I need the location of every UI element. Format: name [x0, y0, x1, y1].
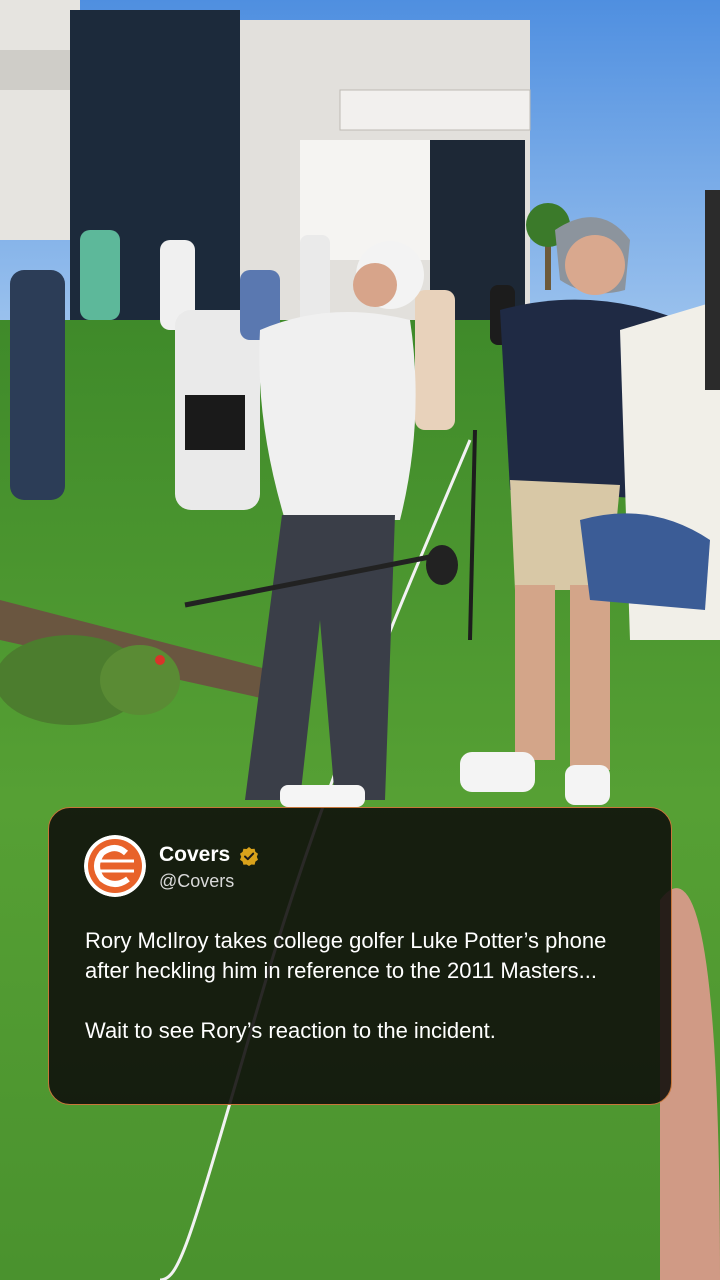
tweet-text: Rory McIlroy takes college golfer Luke P… [85, 926, 655, 1046]
display-name[interactable]: Covers [159, 843, 230, 867]
verified-badge-icon [239, 846, 259, 866]
tweet-paragraph: Rory McIlroy takes college golfer Luke P… [85, 928, 607, 983]
tweet-paragraph: Wait to see Rory’s reaction to the incid… [85, 1018, 496, 1043]
handle[interactable]: @Covers [159, 870, 234, 892]
tweet-card[interactable]: Covers @Covers Rory McIlroy takes colleg… [48, 807, 672, 1105]
covers-logo-icon[interactable] [84, 835, 146, 897]
